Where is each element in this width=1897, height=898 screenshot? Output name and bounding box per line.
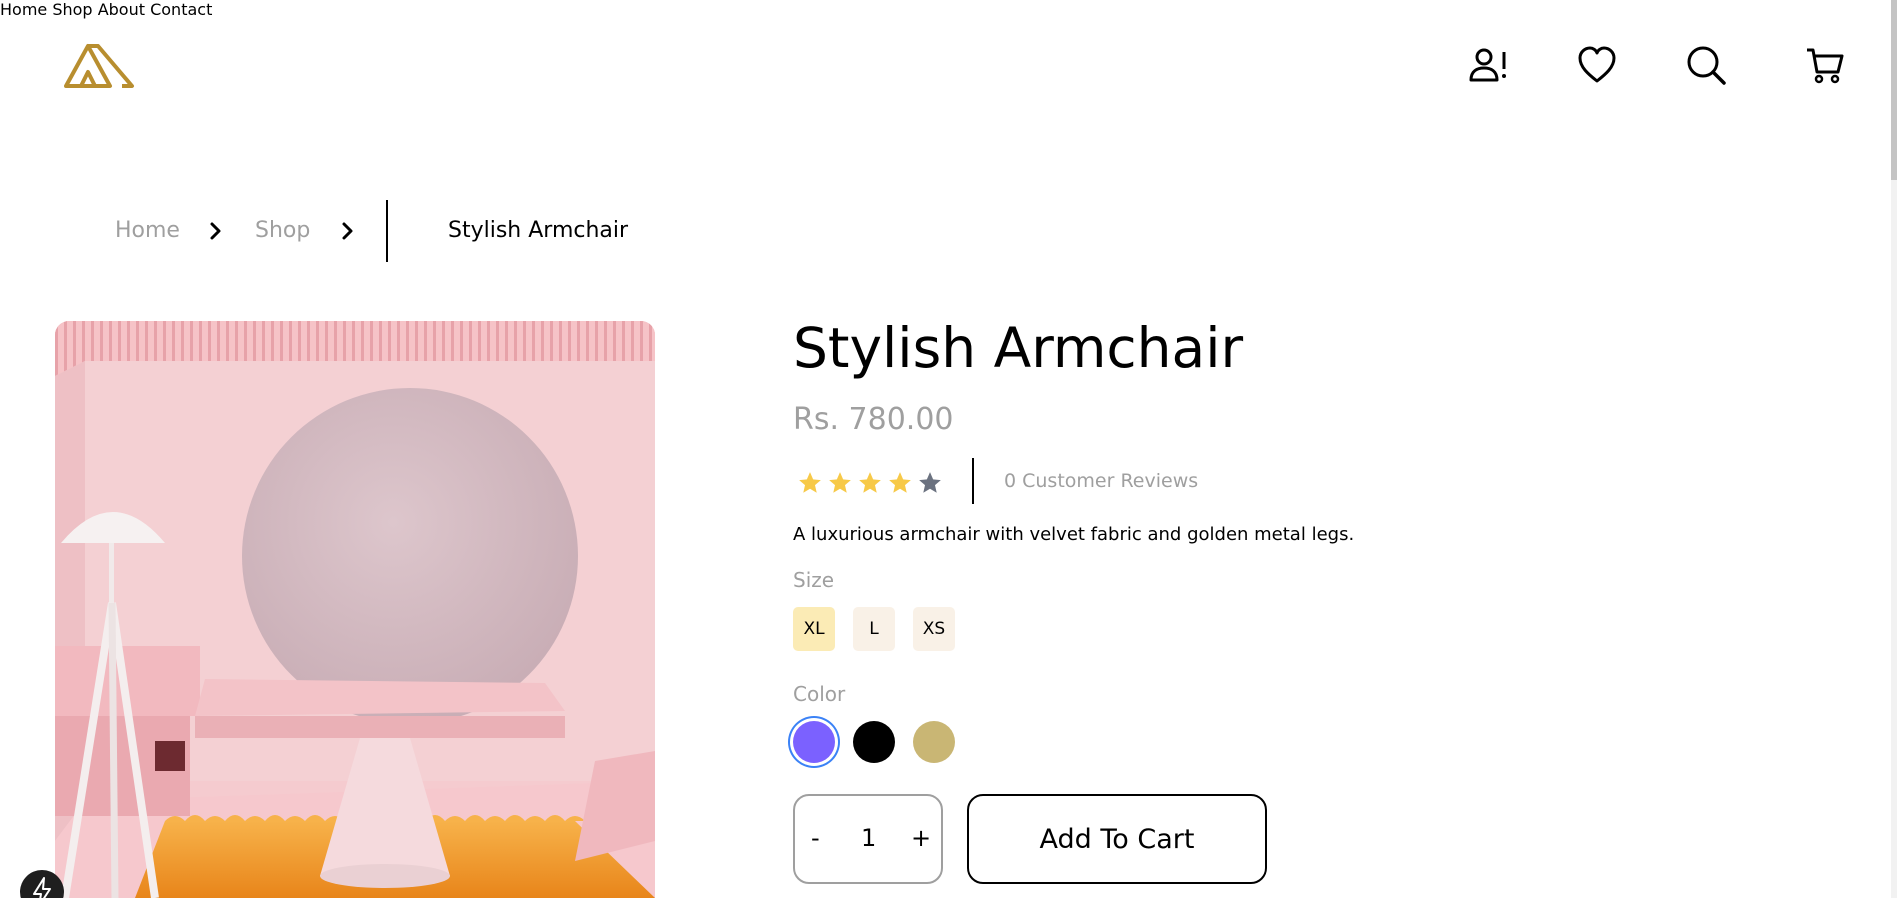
lightning-icon	[33, 877, 51, 898]
product-price: Rs. 780.00	[793, 402, 954, 437]
product-image[interactable]	[55, 321, 655, 898]
star-filled-icon	[889, 472, 911, 493]
heart-icon[interactable]	[1576, 44, 1618, 86]
customer-reviews-count[interactable]: 0 Customer Reviews	[1004, 470, 1198, 492]
brand-logo[interactable]	[64, 42, 136, 88]
product-description: A luxurious armchair with velvet fabric …	[793, 524, 1355, 545]
nav-contact[interactable]: Contact	[150, 0, 212, 19]
breadcrumb-shop[interactable]: Shop	[255, 218, 310, 243]
nav-about[interactable]: About	[98, 0, 145, 19]
chevron-right-icon	[210, 222, 221, 240]
breadcrumb-current: Stylish Armchair	[448, 218, 629, 243]
star-filled-icon	[799, 472, 821, 493]
star-filled-icon	[829, 472, 851, 493]
color-label: Color	[793, 682, 846, 706]
search-icon[interactable]	[1685, 44, 1727, 86]
scrollbar-thumb[interactable]	[1891, 0, 1897, 180]
nav-home[interactable]: Home	[0, 0, 47, 19]
breadcrumb-divider	[386, 200, 388, 262]
size-label: Size	[793, 568, 835, 592]
nav-shop[interactable]: Shop	[52, 0, 92, 19]
star-empty-icon	[919, 472, 941, 493]
quantity-stepper: - 1 +	[793, 794, 943, 884]
color-swatch-gold[interactable]	[913, 721, 955, 763]
quantity-value[interactable]: 1	[861, 824, 876, 852]
color-swatch-purple[interactable]	[793, 721, 835, 763]
floating-action-button[interactable]	[20, 870, 64, 898]
product-title: Stylish Armchair	[793, 316, 1244, 380]
size-option-l[interactable]: L	[853, 607, 895, 651]
color-swatch-black[interactable]	[853, 721, 895, 763]
cart-icon[interactable]	[1804, 44, 1846, 86]
site-header: Home Shop About Contact	[0, 0, 1897, 130]
size-option-xs[interactable]: XS	[913, 607, 955, 651]
quantity-decrease-button[interactable]: -	[811, 824, 820, 852]
page-scrollbar[interactable]	[1891, 0, 1897, 898]
chevron-right-icon	[342, 222, 353, 240]
star-filled-icon	[859, 472, 881, 493]
main-nav: Home Shop About Contact	[0, 0, 1897, 19]
size-option-xl[interactable]: XL	[793, 607, 835, 651]
quantity-increase-button[interactable]: +	[911, 824, 931, 852]
rating-divider	[972, 458, 974, 504]
add-to-cart-button[interactable]: Add To Cart	[967, 794, 1267, 884]
breadcrumb-home[interactable]: Home	[115, 218, 180, 243]
account-alert-icon[interactable]	[1467, 44, 1509, 86]
